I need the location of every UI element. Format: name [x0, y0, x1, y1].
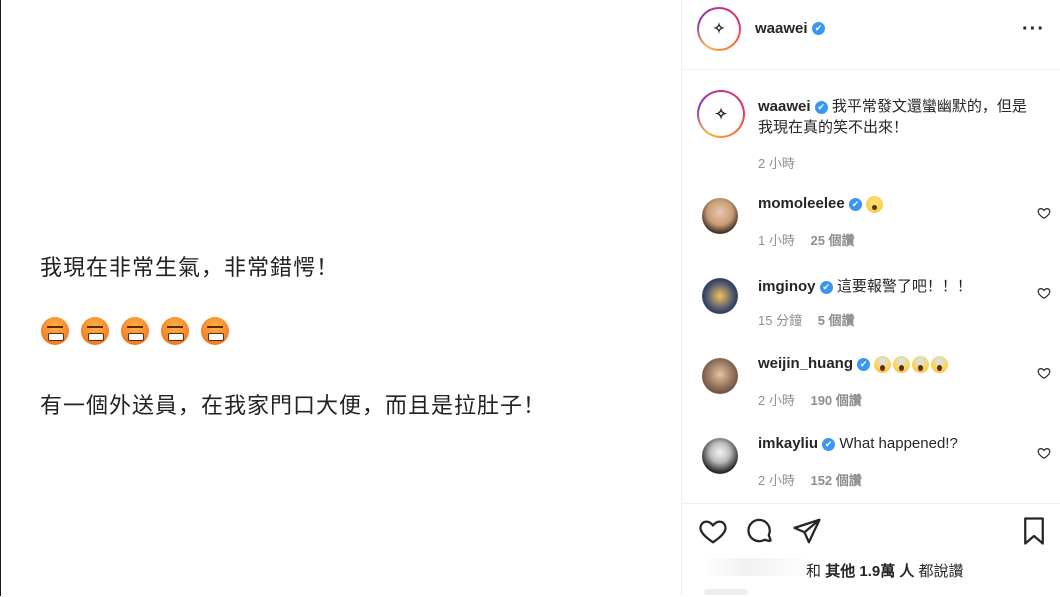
comment-username[interactable]: momoleelee — [758, 195, 845, 212]
comment-item: imginoy ✔ 這要報警了吧！！！ 15 分鐘 5 個讚 — [682, 278, 1060, 348]
header-username[interactable]: waawei — [755, 20, 808, 37]
screaming-face-icon — [931, 355, 949, 373]
verified-badge-icon: ✔ — [811, 22, 825, 36]
heart-icon[interactable] — [1037, 206, 1051, 220]
screaming-face-icon — [912, 355, 930, 373]
comment-like-count[interactable]: 25 個讚 — [810, 233, 854, 248]
comment-time: 2 小時 — [758, 393, 795, 408]
comment-item: momoleelee ✔ 1 小時 25 個讚 — [682, 195, 1060, 268]
liker-blurred — [704, 558, 814, 576]
likes-others[interactable]: 其他 1.9萬 人 — [825, 563, 914, 580]
brand-logo-icon: ✧ — [713, 21, 725, 37]
angry-face-icon — [121, 317, 149, 345]
post-time-blurred — [704, 589, 748, 595]
caption-line2: 我現在真的笑不出來！ — [758, 119, 909, 136]
comment-text: What happened!? — [839, 435, 958, 452]
post-header: ✧ waawei ✔ ··· — [682, 0, 1060, 70]
verified-badge-icon: ✔ — [814, 100, 828, 114]
comment-time: 2 小時 — [758, 473, 795, 488]
share-icon[interactable] — [792, 516, 822, 546]
comment-username[interactable]: imginoy — [758, 278, 816, 295]
angry-face-icon — [201, 317, 229, 345]
angry-face-icon — [81, 317, 109, 345]
angry-face-icon — [161, 317, 189, 345]
likes-summary[interactable]: 和 其他 1.9萬 人 都說讚 — [806, 560, 964, 581]
comment-text: 這要報警了吧！！！ — [836, 278, 972, 295]
astonished-face-icon — [866, 195, 884, 213]
comment-username[interactable]: weijin_huang — [758, 355, 853, 372]
verified-badge-icon: ✔ — [848, 197, 862, 211]
screaming-face-icon — [893, 355, 911, 373]
post-side-panel: ✧ waawei ✔ ··· ✧ waawei ✔ 我平常發文還蠻幽默的，但是 … — [681, 0, 1060, 596]
comment-item: weijin_huang ✔ 2 小時 190 個讚 — [682, 355, 1060, 428]
screaming-face-icon — [874, 355, 892, 373]
comment-icon[interactable] — [745, 516, 775, 546]
post-text-line2: 有一個外送員，在我家門口大便，而且是拉肚子！ — [40, 394, 547, 419]
comment-time: 15 分鐘 — [758, 313, 803, 328]
comment-like-count[interactable]: 152 個讚 — [810, 473, 861, 488]
post-emoji-row — [41, 317, 229, 345]
comment-avatar[interactable] — [702, 438, 738, 474]
post-image[interactable]: 我現在非常生氣，非常錯愕！ 有一個外送員，在我家門口大便，而且是拉肚子！ — [1, 0, 680, 596]
caption-username[interactable]: waawei — [758, 98, 811, 115]
heart-icon[interactable] — [698, 516, 728, 546]
verified-badge-icon: ✔ — [857, 357, 871, 371]
heart-icon[interactable] — [1037, 286, 1051, 300]
caption-line1: 我平常發文還蠻幽默的，但是 — [831, 98, 1027, 115]
comment-avatar[interactable] — [702, 278, 738, 314]
angry-face-icon — [41, 317, 69, 345]
post-text-line1: 我現在非常生氣，非常錯愕！ — [40, 256, 340, 281]
more-options-icon[interactable]: ··· — [1022, 18, 1045, 41]
comment-username[interactable]: imkayliu — [758, 435, 818, 452]
caption-text: waawei ✔ 我平常發文還蠻幽默的，但是 我現在真的笑不出來！ — [758, 96, 1043, 138]
likes-prefix: 和 — [806, 563, 822, 580]
verified-badge-icon: ✔ — [819, 280, 833, 294]
comment-like-count[interactable]: 190 個讚 — [810, 393, 861, 408]
comment-time: 1 小時 — [758, 233, 795, 248]
comment-avatar[interactable] — [702, 358, 738, 394]
verified-badge-icon: ✔ — [822, 437, 836, 451]
comment-like-count[interactable]: 5 個讚 — [818, 313, 855, 328]
comment-avatar[interactable] — [702, 198, 738, 234]
likes-suffix: 都說讚 — [918, 563, 964, 580]
caption-avatar[interactable]: ✧ — [697, 90, 745, 138]
header-avatar[interactable]: ✧ — [697, 7, 741, 51]
heart-icon[interactable] — [1037, 366, 1051, 380]
brand-logo-icon: ✧ — [714, 105, 728, 123]
comment-item: imkayliu ✔ What happened!? 2 小時 152 個讚 — [682, 435, 1060, 508]
caption-time: 2 小時 — [758, 156, 795, 171]
bookmark-icon[interactable] — [1019, 516, 1049, 546]
action-bar: 和 其他 1.9萬 人 都說讚 — [682, 503, 1060, 597]
heart-icon[interactable] — [1037, 446, 1051, 460]
